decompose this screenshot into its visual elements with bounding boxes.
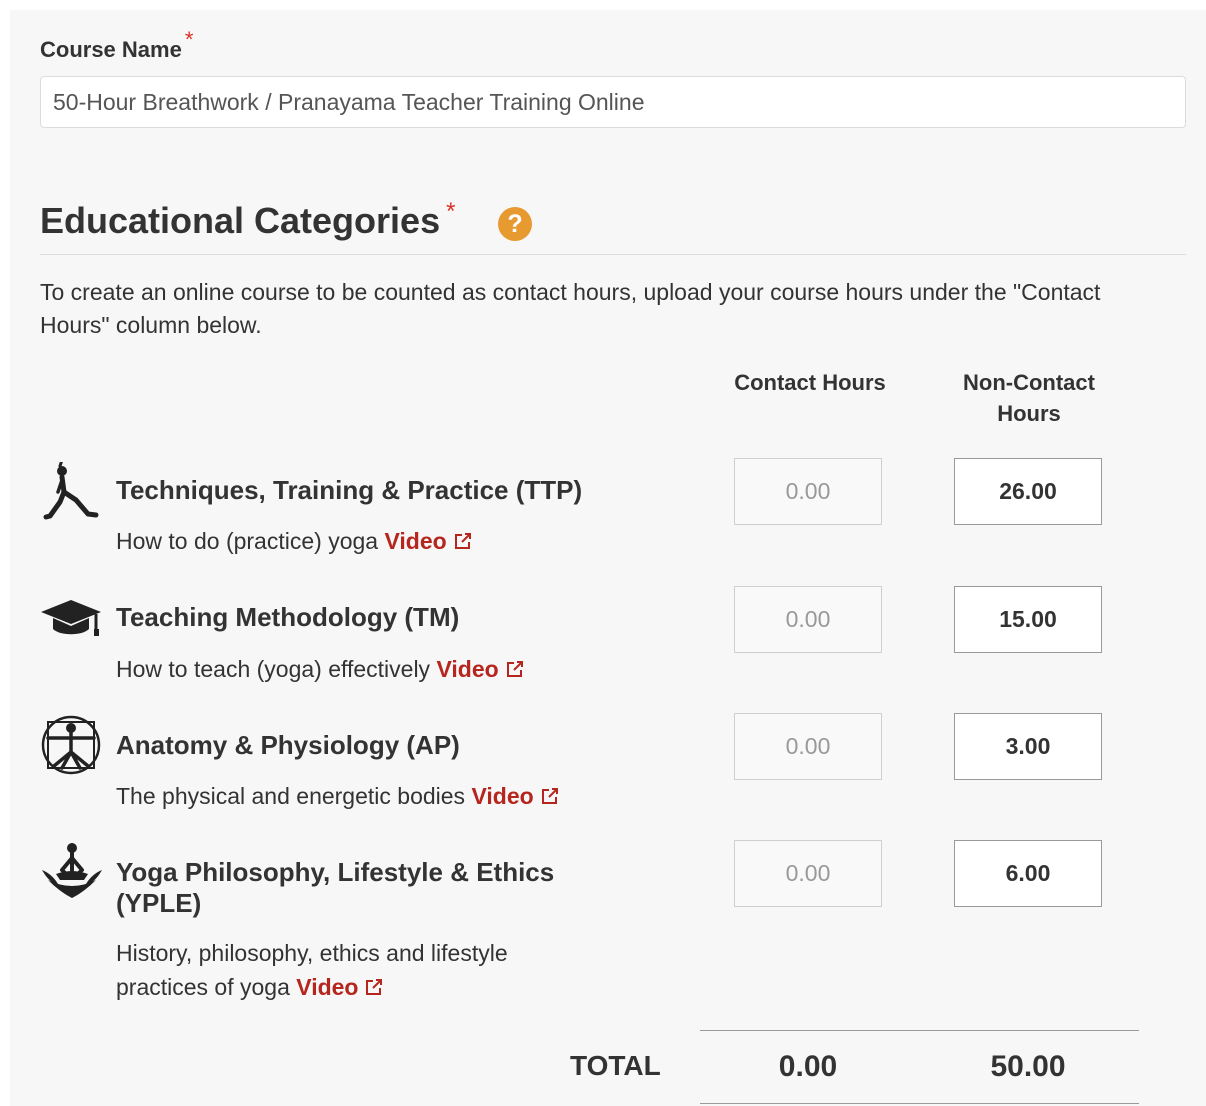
- noncontact-hours-input-yple[interactable]: [954, 840, 1102, 907]
- video-link-ap[interactable]: Video: [471, 783, 559, 809]
- video-link-yple[interactable]: Video: [296, 974, 384, 1000]
- contact-hours-input-tm[interactable]: [734, 586, 882, 653]
- section-title: Educational Categories *: [40, 198, 456, 241]
- total-divider-top: [700, 1030, 1139, 1031]
- category-title-tm: Teaching Methodology (TM): [116, 602, 460, 632]
- course-name-label: Course Name *: [40, 27, 194, 62]
- video-link-ttp[interactable]: Video: [384, 528, 472, 554]
- section-intro: To create an online course to be counted…: [40, 279, 1101, 338]
- vitruvian-man-icon: [40, 714, 102, 781]
- category-title-yple: Yoga Philosophy, Lifestyle & Ethics (YPLE…: [116, 857, 555, 918]
- category-title-ap: Anatomy & Physiology (AP): [116, 730, 460, 760]
- external-link-icon: [364, 972, 384, 1006]
- course-name-input[interactable]: [40, 76, 1186, 128]
- graduation-cap-icon: [40, 596, 102, 645]
- help-icon[interactable]: ?: [498, 207, 532, 241]
- form-panel: Course Name* Educational Categories* ? T…: [10, 10, 1206, 1106]
- external-link-icon: [505, 654, 525, 688]
- column-header-noncontact: Non-Contact Hours: [963, 370, 1095, 426]
- column-header-contact: Contact Hours: [734, 370, 886, 395]
- contact-hours-input-ap[interactable]: [734, 713, 882, 780]
- lotus-meditation-icon: [40, 840, 104, 905]
- total-noncontact-value: 50.00: [990, 1050, 1066, 1083]
- noncontact-hours-input-ttp[interactable]: [954, 458, 1102, 525]
- external-link-icon: [540, 781, 560, 815]
- category-desc-ttp: How to do (practice) yoga Video: [116, 524, 473, 560]
- total-contact-value: 0.00: [778, 1050, 838, 1083]
- video-link-tm[interactable]: Video: [436, 656, 524, 682]
- required-asterisk: *: [184, 27, 194, 52]
- required-asterisk: *: [446, 198, 456, 225]
- yoga-pose-icon: [40, 458, 100, 529]
- external-link-icon: [453, 526, 473, 560]
- total-label: TOTAL: [570, 1050, 661, 1081]
- category-title-ttp: Techniques, Training & Practice (TTP): [116, 475, 583, 505]
- noncontact-hours-input-tm[interactable]: [954, 586, 1102, 653]
- category-desc-yple: History, philosophy, ethics and lifestyl…: [116, 936, 508, 1006]
- contact-hours-input-ttp[interactable]: [734, 458, 882, 525]
- noncontact-hours-input-ap[interactable]: [954, 713, 1102, 780]
- section-divider: [40, 254, 1186, 255]
- total-divider-bottom: [700, 1103, 1139, 1104]
- contact-hours-input-yple[interactable]: [734, 840, 882, 907]
- category-desc-tm: How to teach (yoga) effectively Video: [116, 652, 525, 688]
- category-desc-ap: The physical and energetic bodies Video: [116, 779, 560, 815]
